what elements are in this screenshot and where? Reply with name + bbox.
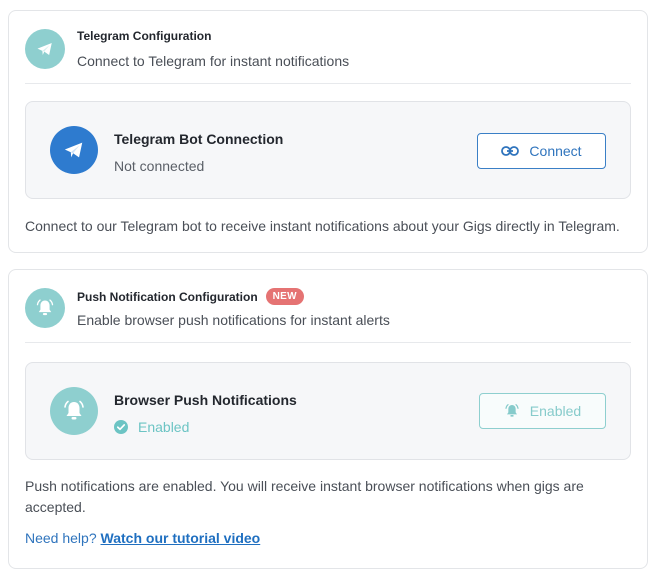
browser-push-bell-icon [50, 387, 98, 435]
browser-push-title: Browser Push Notifications [114, 392, 297, 408]
telegram-icon [25, 29, 65, 69]
help-row: Need help? Watch our tutorial video [25, 530, 260, 546]
connect-button[interactable]: Connect [477, 133, 606, 169]
browser-push-panel: Browser Push Notifications Enabled Enabl… [25, 362, 631, 460]
new-badge: NEW [265, 288, 304, 305]
telegram-config-title-text: Telegram Configuration [77, 29, 212, 43]
telegram-config-subtitle: Connect to Telegram for instant notifica… [77, 53, 350, 69]
push-description: Push notifications are enabled. You will… [25, 478, 584, 515]
help-prefix: Need help? [25, 530, 97, 546]
bell-icon [504, 403, 520, 419]
bell-ringing-icon [25, 288, 65, 328]
push-config-title: Push Notification Configuration NEW [77, 288, 304, 305]
push-config-subtitle: Enable browser push notifications for in… [77, 312, 390, 328]
telegram-bot-icon [50, 126, 98, 174]
push-config-title-text: Push Notification Configuration [77, 289, 258, 304]
telegram-config-header: Telegram Configuration Connect to Telegr… [25, 25, 631, 84]
telegram-config-title: Telegram Configuration [77, 29, 211, 43]
telegram-bot-status: Not connected [114, 158, 205, 174]
telegram-config-card: Telegram Configuration Connect to Telegr… [8, 10, 648, 253]
browser-push-status-text: Enabled [138, 419, 190, 435]
enabled-button-label: Enabled [529, 403, 582, 419]
check-circle-icon [114, 420, 128, 434]
link-icon [501, 145, 520, 157]
browser-push-status: Enabled [114, 419, 189, 435]
connect-button-label: Connect [529, 143, 582, 159]
telegram-bot-panel: Telegram Bot Connection Not connected Co… [25, 101, 631, 199]
push-config-card: Push Notification Configuration NEW Enab… [8, 269, 648, 569]
tutorial-video-link[interactable]: Watch our tutorial video [101, 530, 261, 546]
telegram-description: Connect to our Telegram bot to receive i… [25, 218, 620, 234]
telegram-bot-title: Telegram Bot Connection [114, 131, 284, 147]
push-config-header: Push Notification Configuration NEW Enab… [25, 284, 631, 343]
enabled-button[interactable]: Enabled [479, 393, 606, 429]
